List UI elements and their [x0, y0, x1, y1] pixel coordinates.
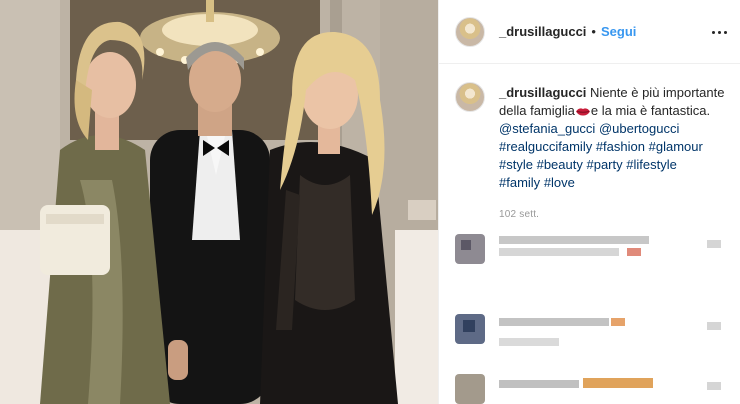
blurred-text [499, 338, 559, 346]
follow-button[interactable]: Segui [601, 24, 636, 39]
lips-icon [575, 108, 590, 116]
family-photo-illustration [0, 0, 438, 404]
caption-text-2: e la mia è fantastica. [590, 103, 711, 118]
caption-avatar[interactable] [455, 82, 485, 112]
blurred-pixel [461, 240, 471, 250]
blurred-text [499, 236, 649, 244]
mention-link[interactable]: @ubertogucci [599, 121, 679, 136]
hashtag-link[interactable]: #love [544, 175, 575, 190]
hashtag-link[interactable]: #style [499, 157, 533, 172]
hashtag-link[interactable]: #lifestyle [626, 157, 677, 172]
hashtag-link[interactable]: #party [586, 157, 622, 172]
caption-username[interactable]: _drusillagucci [499, 85, 586, 100]
hashtag-link[interactable]: #realguccifamily [499, 139, 592, 154]
hashtag-link[interactable]: #beauty [537, 157, 583, 172]
more-dot [717, 30, 721, 34]
mention-link[interactable]: @stefania_gucci [499, 121, 595, 136]
more-dot [711, 30, 715, 34]
caption-body: _drusillagucci Niente è più importante d… [499, 84, 729, 224]
blurred-heart [707, 382, 721, 390]
post-side-panel: _drusillagucci • Segui _drusillagucci Ni… [438, 0, 740, 404]
separator-dot: • [591, 24, 596, 39]
blurred-text [499, 248, 619, 256]
comment-row-blurred [439, 372, 740, 404]
more-options-icon[interactable] [709, 22, 729, 42]
blurred-text [499, 380, 579, 388]
hashtag-link[interactable]: #family [499, 175, 540, 190]
more-dot [723, 30, 727, 34]
post-photo[interactable] [0, 0, 438, 404]
post-caption: _drusillagucci Niente è più importante d… [455, 82, 731, 224]
blurred-heart [707, 322, 721, 330]
username-link[interactable]: _drusillagucci [499, 24, 586, 39]
blurred-pixel [463, 320, 475, 332]
hashtag-link[interactable]: #fashion [596, 139, 645, 154]
post-header: _drusillagucci • Segui [439, 0, 740, 64]
blurred-text [499, 318, 609, 326]
blurred-emoji [583, 378, 653, 388]
profile-avatar[interactable] [455, 16, 485, 47]
blurred-text [611, 318, 625, 326]
blurred-heart [707, 240, 721, 248]
comment-row-blurred [439, 228, 740, 268]
post-time-ago[interactable]: 102 sett. [499, 206, 729, 224]
blurred-text [627, 248, 641, 256]
comment-row-blurred [439, 310, 740, 350]
hashtag-link[interactable]: #glamour [649, 139, 703, 154]
blurred-avatar [455, 374, 485, 404]
